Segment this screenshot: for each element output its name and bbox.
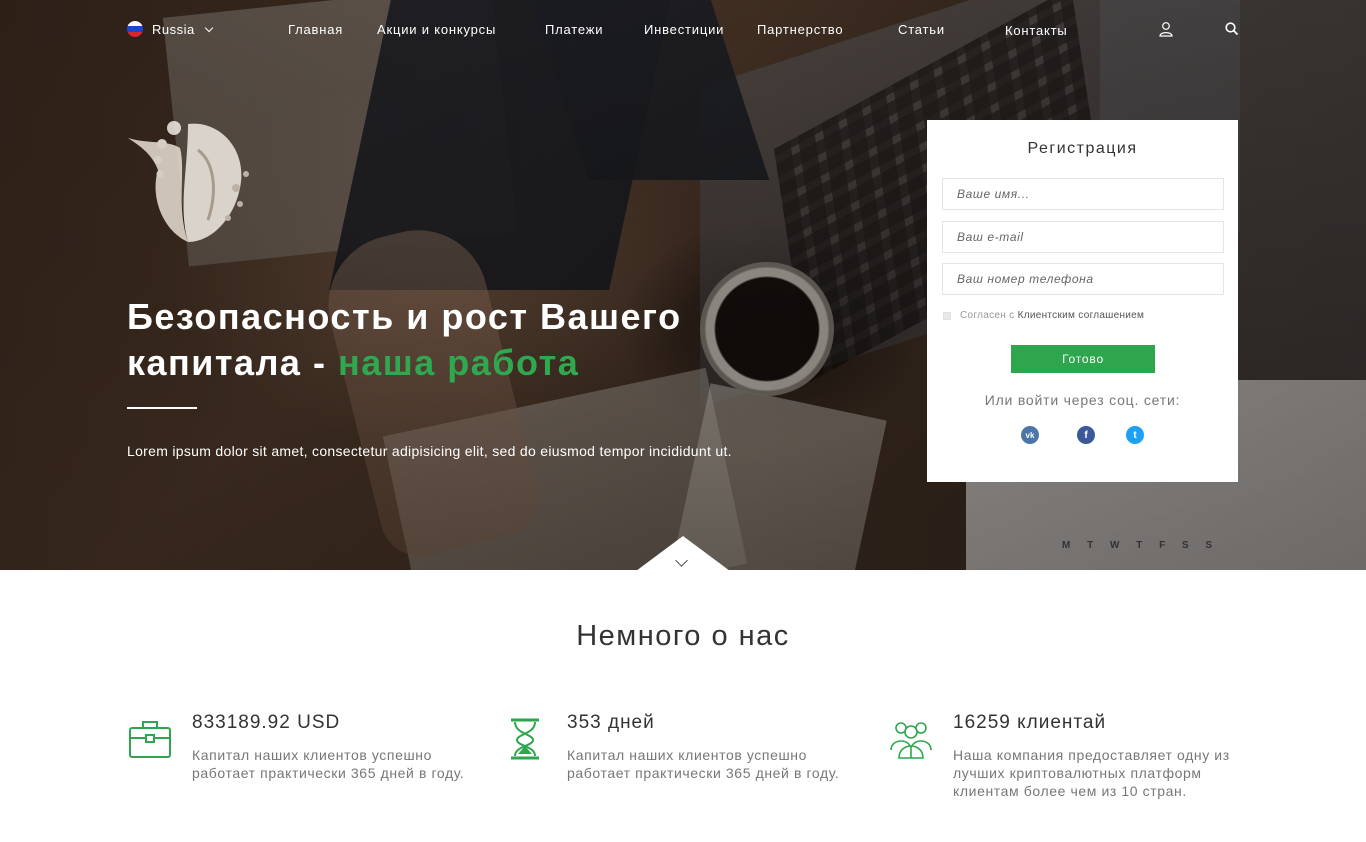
search-icon[interactable] [1224,21,1240,37]
stat-capital-value: 833189.92 USD [192,712,341,733]
chevron-down-icon [204,23,213,32]
user-icon[interactable] [1158,21,1174,37]
stat-days-value: 353 дней [567,712,655,733]
hourglass-icon [511,718,539,760]
brand-logo[interactable] [128,110,268,250]
phone-field[interactable] [942,263,1224,295]
twitter-icon[interactable]: t [1126,426,1144,444]
stat-clients-description: Наша компания предоставляет одну из лучш… [953,747,1230,799]
registration-card: Регистрация Согласен с Клиентским соглаш… [927,120,1238,482]
email-field[interactable] [942,221,1224,253]
russia-flag-icon [127,21,143,37]
headline-divider [127,407,197,409]
about-title: Немного о нас [576,620,790,652]
nav-link-partnership[interactable]: Партнерство [757,22,843,37]
language-selector[interactable]: Russia [127,21,213,37]
registration-title: Регистрация [1027,140,1138,157]
stat-capital-description: Капитал наших клиентов успешно работает … [192,747,465,781]
stat-days-description: Капитал наших клиентов успешно работает … [567,747,840,781]
calendar-days: M T W T F S S [1062,540,1220,551]
hero-headline: Безопасность и рост Вашего капитала - на… [127,294,767,386]
agreement-checkbox[interactable] [943,311,951,320]
language-label: Russia [152,21,195,37]
clients-icon [890,722,932,759]
agreement-row: Согласен с Клиентским соглашением [943,310,1144,321]
scroll-down-button[interactable] [636,536,730,571]
facebook-icon[interactable]: f [1077,426,1095,444]
nav-link-promotions[interactable]: Акции и конкурсы [377,22,496,37]
nav-link-home[interactable]: Главная [288,22,343,37]
submit-button[interactable]: Готово [1011,345,1155,373]
nav-link-investments[interactable]: Инвестиции [644,22,724,37]
hero-headline-accent: наша работа [337,342,580,383]
agreement-prefix: Согласен с [960,310,1015,321]
agreement-link[interactable]: Клиентским соглашением [1018,310,1145,321]
hero-lead-text: Lorem ipsum dolor sit amet, consectetur … [127,443,732,459]
name-field[interactable] [942,178,1224,210]
stat-clients-value: 16259 клиентай [953,712,1107,733]
nav-link-articles[interactable]: Статьи [898,22,945,37]
briefcase-icon [129,721,171,758]
vk-icon[interactable]: vk [1021,426,1039,444]
top-nav: Russia Главная Акции и конкурсы Платежи … [0,0,1366,60]
social-login-label: Или войти через соц. сети: [984,392,1181,408]
nav-link-payments[interactable]: Платежи [545,22,603,37]
nav-link-contacts[interactable]: Контакты [1005,23,1068,38]
